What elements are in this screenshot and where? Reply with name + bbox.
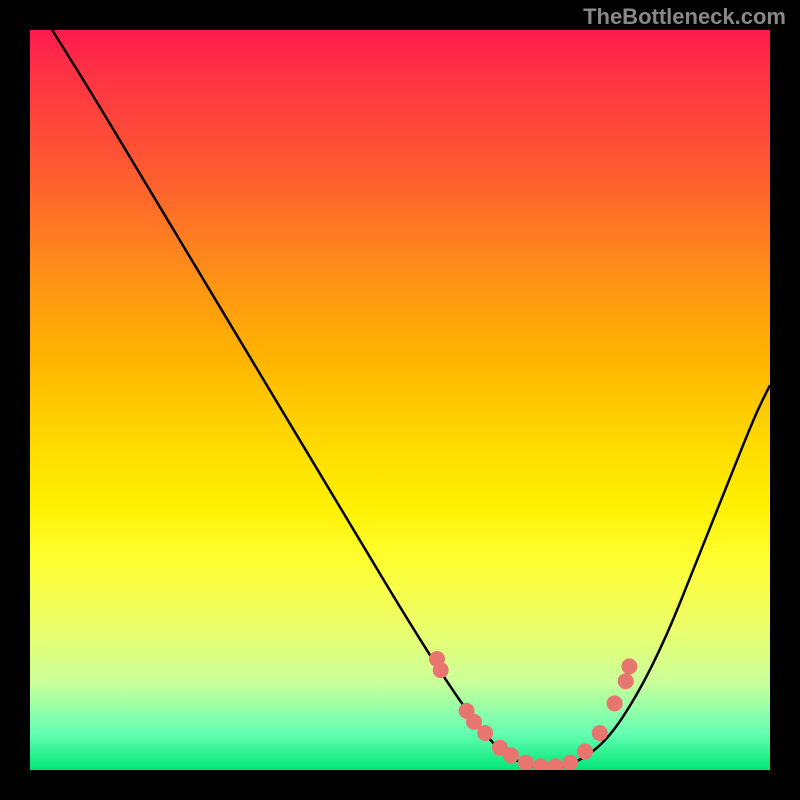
scatter-dot: [533, 758, 549, 770]
scatter-dot: [577, 744, 593, 760]
scatter-dot: [592, 725, 608, 741]
plot-area: [30, 30, 770, 770]
scatter-dot: [607, 695, 623, 711]
bottleneck-curve: [52, 30, 770, 768]
scatter-dot: [547, 758, 563, 770]
watermark-text: TheBottleneck.com: [583, 4, 786, 30]
scatter-dot: [433, 662, 449, 678]
scatter-dot: [621, 658, 637, 674]
scatter-dot: [503, 747, 519, 763]
scatter-dot: [518, 755, 534, 770]
chart-svg: [30, 30, 770, 770]
scatter-dot: [477, 725, 493, 741]
scatter-dot: [618, 673, 634, 689]
scatter-dot: [562, 755, 578, 770]
scatter-dots: [429, 651, 637, 770]
